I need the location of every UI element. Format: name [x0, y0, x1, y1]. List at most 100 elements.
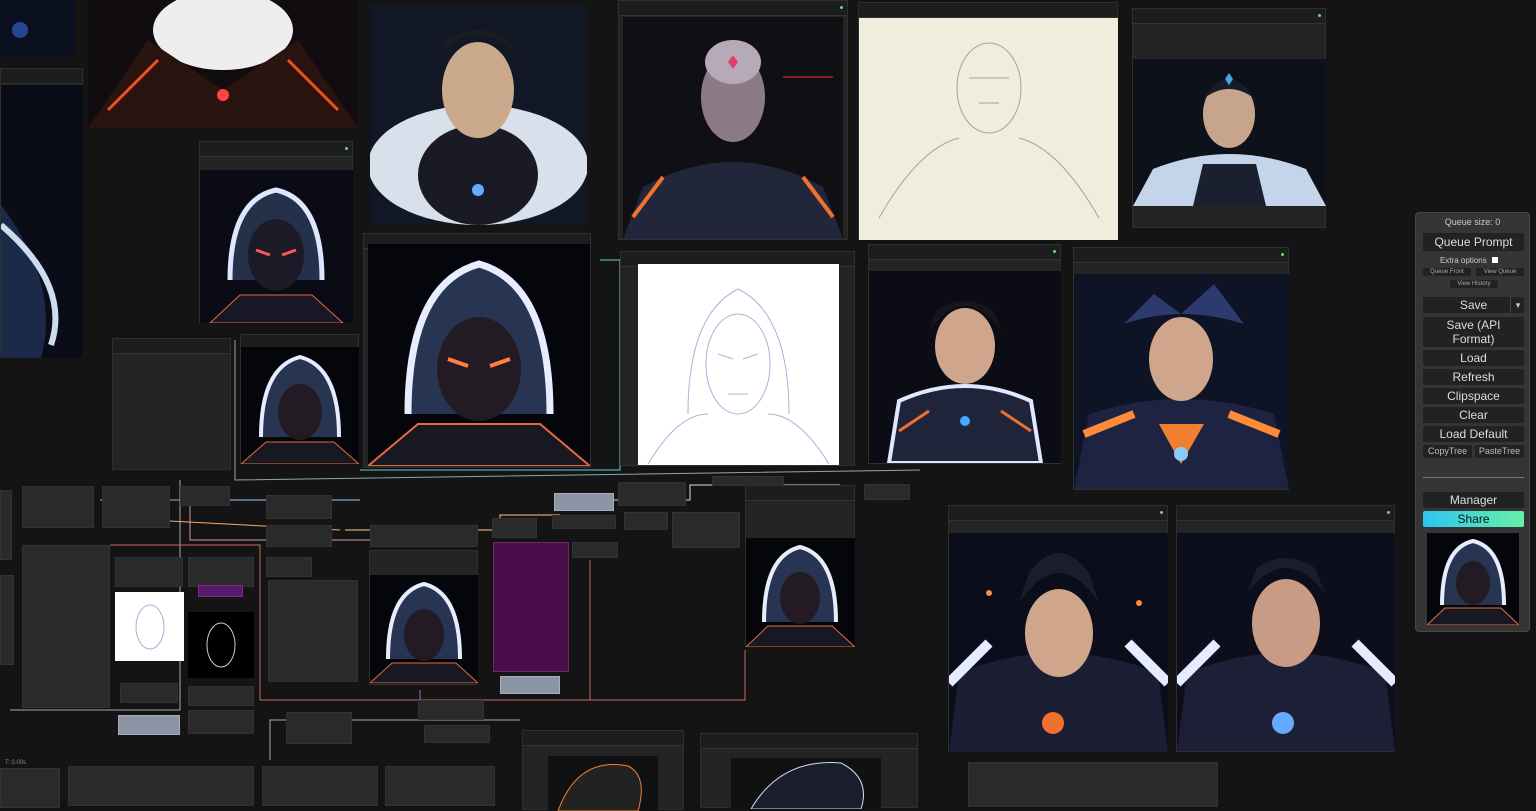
node-frame[interactable]: [266, 525, 332, 547]
image-preview-node: [859, 18, 1118, 240]
note-node[interactable]: [118, 715, 180, 735]
node-frame[interactable]: [552, 515, 616, 529]
clear-button[interactable]: Clear: [1423, 407, 1524, 423]
node-frame[interactable]: [864, 484, 910, 500]
node-frame[interactable]: [1073, 247, 1289, 490]
image-preview-node[interactable]: [115, 592, 184, 661]
share-button[interactable]: Share: [1423, 511, 1524, 527]
node-header[interactable]: [1133, 9, 1325, 24]
node-header[interactable]: [701, 734, 917, 749]
node-frame[interactable]: [948, 505, 1168, 752]
node-frame[interactable]: [68, 766, 254, 806]
node-frame[interactable]: [858, 2, 1118, 240]
node-frame[interactable]: [102, 486, 170, 528]
node-frame[interactable]: [700, 733, 918, 809]
node-frame[interactable]: [369, 550, 478, 685]
node-header[interactable]: [869, 245, 1060, 260]
node-header[interactable]: [113, 339, 230, 354]
node-frame[interactable]: [968, 762, 1218, 807]
node-frame[interactable]: [262, 766, 378, 806]
purple-node[interactable]: [493, 542, 569, 672]
node-frame[interactable]: [522, 730, 684, 811]
node-frame[interactable]: [572, 542, 618, 558]
node-frame[interactable]: [112, 338, 231, 470]
save-button[interactable]: Save: [1423, 297, 1524, 313]
load-default-button[interactable]: Load Default: [1423, 426, 1524, 442]
node-header[interactable]: [619, 1, 847, 16]
node-frame[interactable]: [1132, 8, 1326, 228]
image-preview-node[interactable]: [88, 0, 358, 128]
image-preview-node: [949, 533, 1168, 752]
node-frame[interactable]: [0, 768, 60, 808]
copy-tree-button[interactable]: CopyTree: [1423, 445, 1472, 458]
node-frame[interactable]: [266, 557, 312, 577]
save-api-format-button[interactable]: Save (API Format): [1423, 317, 1524, 347]
refresh-button[interactable]: Refresh: [1423, 369, 1524, 385]
node-frame[interactable]: [188, 557, 254, 587]
node-header[interactable]: [1, 69, 82, 84]
image-preview-thumbnail[interactable]: [1427, 533, 1519, 625]
graph-canvas[interactable]: T: 0.00s: [0, 0, 1536, 811]
node-frame[interactable]: [0, 490, 12, 560]
node-frame[interactable]: [22, 486, 94, 528]
image-preview-node[interactable]: [0, 0, 75, 55]
node-header[interactable]: [949, 506, 1167, 521]
timer-readout: T: 0.00s: [5, 760, 27, 766]
node-header[interactable]: [1177, 506, 1394, 521]
node-header[interactable]: [200, 142, 352, 157]
paste-tree-button[interactable]: PasteTree: [1475, 445, 1524, 458]
extra-options-checkbox[interactable]: Extra options: [1440, 256, 1520, 266]
view-history-button[interactable]: View History: [1450, 280, 1498, 288]
node-frame[interactable]: [620, 251, 855, 466]
view-queue-button[interactable]: View Queue: [1476, 268, 1524, 276]
node-frame[interactable]: [424, 725, 490, 743]
node-frame[interactable]: [385, 766, 495, 806]
node-frame[interactable]: [370, 525, 478, 547]
queue-front-button[interactable]: Queue Front: [1423, 268, 1471, 276]
image-preview-node[interactable]: [188, 612, 254, 678]
node-frame[interactable]: [624, 512, 668, 530]
node-frame[interactable]: [199, 141, 353, 323]
manager-button[interactable]: Manager: [1423, 492, 1524, 508]
save-dropdown-button[interactable]: ▾: [1510, 297, 1525, 313]
node-frame[interactable]: [120, 683, 178, 703]
node-frame[interactable]: [115, 557, 183, 587]
node-frame[interactable]: [618, 482, 686, 506]
note-node[interactable]: [500, 676, 560, 694]
node-frame[interactable]: [268, 580, 358, 682]
node-frame[interactable]: [672, 512, 740, 548]
node-header[interactable]: [1074, 248, 1288, 263]
queue-menu-panel: Queue size: 0 Queue Prompt Extra options…: [1415, 212, 1530, 632]
node-frame[interactable]: [418, 700, 484, 720]
node-frame[interactable]: [240, 334, 359, 464]
node-frame[interactable]: [188, 686, 254, 706]
node-frame[interactable]: [0, 575, 14, 665]
note-node[interactable]: [554, 493, 614, 511]
node-frame[interactable]: [745, 485, 855, 647]
image-preview-node[interactable]: [370, 5, 587, 225]
node-header[interactable]: [523, 731, 683, 746]
node-frame[interactable]: [363, 233, 591, 468]
image-preview-node: [1133, 59, 1326, 206]
image-preview-node: [1074, 274, 1289, 489]
node-frame[interactable]: [1176, 505, 1395, 752]
node-frame[interactable]: [188, 710, 254, 734]
node-frame[interactable]: [180, 486, 230, 506]
purple-node[interactable]: [198, 585, 243, 597]
node-frame[interactable]: [22, 545, 110, 708]
queue-size-label: Queue size: 0: [1444, 217, 1501, 227]
status-dot: [1160, 511, 1163, 514]
node-frame[interactable]: [266, 495, 332, 519]
node-frame[interactable]: [0, 68, 83, 358]
node-frame[interactable]: [618, 0, 848, 240]
load-button[interactable]: Load: [1423, 350, 1524, 366]
status-dot: [1053, 250, 1056, 253]
node-frame[interactable]: [492, 518, 537, 538]
queue-prompt-button[interactable]: Queue Prompt: [1423, 233, 1524, 251]
checkbox-icon[interactable]: [1491, 257, 1498, 263]
node-frame[interactable]: [868, 244, 1061, 464]
node-header[interactable]: [859, 3, 1117, 18]
node-header[interactable]: [746, 486, 854, 501]
clipspace-button[interactable]: Clipspace: [1423, 388, 1524, 404]
node-frame[interactable]: [286, 712, 352, 744]
